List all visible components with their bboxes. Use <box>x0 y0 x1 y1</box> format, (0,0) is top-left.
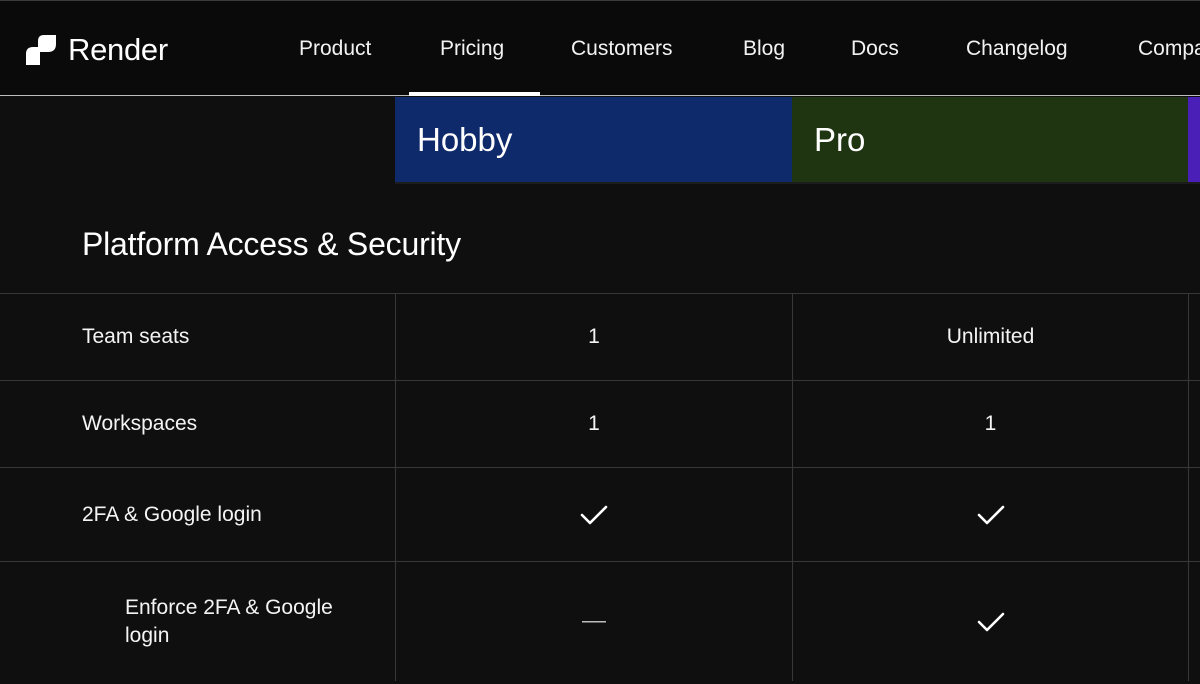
nav-pricing[interactable]: Pricing <box>440 1 504 96</box>
next-plan-cell <box>1188 294 1200 380</box>
table-row: 2FA & Google login <box>0 467 1200 561</box>
nav-customers-label: Customers <box>571 36 673 60</box>
next-plan-cell <box>1188 562 1200 681</box>
nav-company-label: Compa <box>1138 36 1200 60</box>
table-row: Enforce 2FA & Google login <box>0 561 1200 681</box>
feature-label: Enforce 2FA & Google login <box>125 595 333 647</box>
pro-value: Unlimited <box>792 294 1188 380</box>
pro-value <box>792 562 1188 681</box>
feature-label: Workspaces <box>82 412 198 435</box>
nav-docs[interactable]: Docs <box>851 1 899 96</box>
brand-name: Render <box>68 32 168 67</box>
plan-header-pro: Pro <box>792 97 1188 183</box>
check-icon <box>580 504 608 526</box>
pro-value <box>792 468 1188 561</box>
section-title: Platform Access & Security <box>82 226 461 262</box>
nav-active-indicator <box>409 92 540 96</box>
feature-label: 2FA & Google login <box>82 502 262 526</box>
plan-header-next <box>1188 97 1200 183</box>
nav-pricing-label: Pricing <box>440 36 505 60</box>
top-navigation: Render Product Pricing Customers Blog Do… <box>0 0 1200 96</box>
nav-company[interactable]: Compa <box>1138 1 1200 96</box>
next-plan-cell <box>1188 381 1200 467</box>
nav-product-label: Product <box>299 36 372 60</box>
plan-header-hobby: Hobby <box>395 97 792 183</box>
feature-table: Team seats 1 Unlimited Workspaces 1 1 2F… <box>0 293 1200 681</box>
brand-logo-link[interactable]: Render <box>26 32 168 67</box>
hobby-value: 1 <box>395 381 792 467</box>
next-plan-cell <box>1188 468 1200 561</box>
table-row: Team seats 1 Unlimited <box>0 293 1200 380</box>
nav-customers[interactable]: Customers <box>571 1 673 96</box>
hobby-value: 1 <box>395 294 792 380</box>
dash-icon <box>582 620 606 624</box>
nav-blog[interactable]: Blog <box>743 1 785 96</box>
hobby-value <box>395 468 792 561</box>
plan-name-pro: Pro <box>814 121 866 158</box>
hobby-value <box>395 562 792 681</box>
feature-label: Team seats <box>82 325 190 348</box>
nav-product[interactable]: Product <box>299 1 371 96</box>
nav-changelog-label: Changelog <box>966 36 1068 60</box>
nav-blog-label: Blog <box>743 36 786 60</box>
pro-value: 1 <box>792 381 1188 467</box>
plan-header-divider <box>395 182 1200 184</box>
check-icon <box>977 504 1005 526</box>
render-logo-icon <box>26 35 56 65</box>
nav-docs-label: Docs <box>851 36 899 60</box>
plan-name-hobby: Hobby <box>417 121 513 158</box>
nav-changelog[interactable]: Changelog <box>966 1 1068 96</box>
check-icon <box>977 611 1005 633</box>
table-row: Workspaces 1 1 <box>0 380 1200 467</box>
